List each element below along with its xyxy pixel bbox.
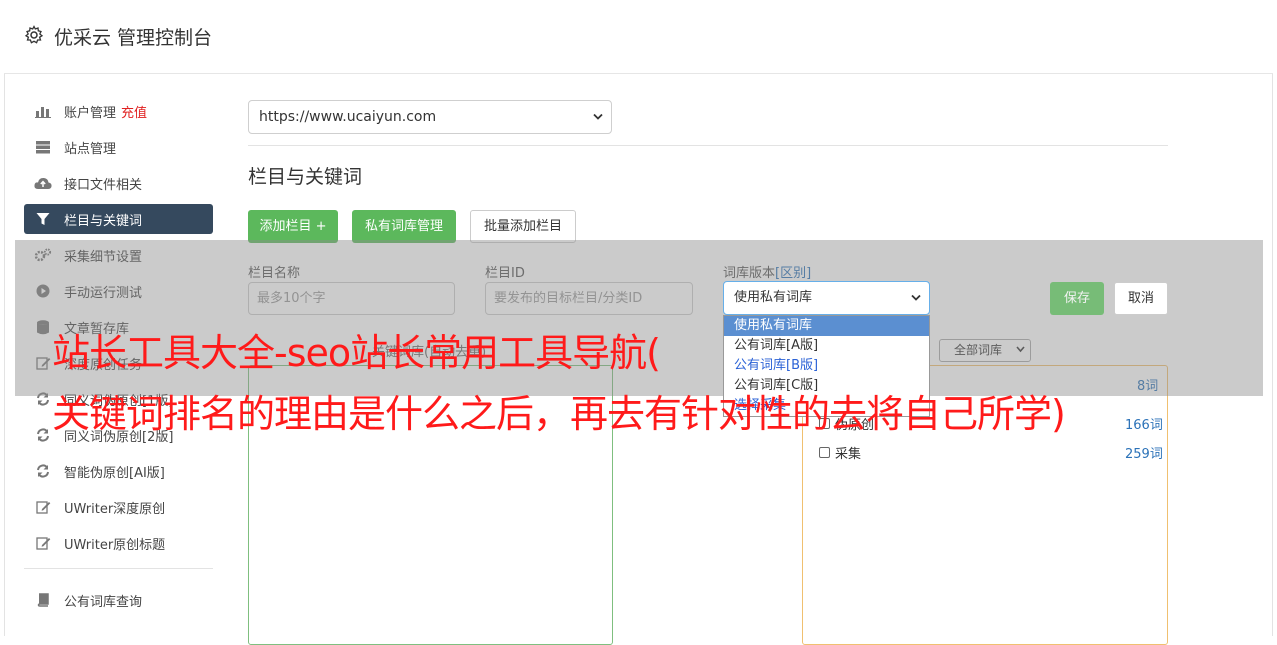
edit-icon (34, 535, 52, 551)
site-select-value: https://www.ucaiyun.com (259, 109, 437, 125)
dict-version-select[interactable]: 使用私有词库 (723, 281, 930, 315)
sidebar-item-public-dict[interactable]: 公有词库查询 (24, 585, 213, 615)
sidebar-item-label: 栏目与关键词 (64, 213, 143, 229)
sidebar-item-label: 智能伪原创[AI版] (64, 465, 165, 481)
sidebar-divider (24, 568, 213, 569)
sidebar-item-label: 站点管理 (64, 141, 117, 157)
list-item[interactable]: 采集 259词 (819, 443, 1163, 462)
edit-icon (34, 499, 52, 515)
sidebar-item-interface[interactable]: 接口文件相关 (24, 168, 213, 198)
chevron-down-icon (911, 294, 921, 301)
sidebar-item-label: UWriter原创标题 (64, 537, 166, 553)
checkbox[interactable] (819, 447, 830, 458)
sidebar-item-uwriter-deep[interactable]: UWriter深度原创 (24, 492, 213, 522)
refresh-icon (34, 427, 52, 443)
divider (248, 145, 1168, 146)
overlay-text-line1: 站长工具大全-seo站长常用工具导航( (52, 331, 661, 375)
dropdown-option[interactable]: 公有词库[A版] (724, 336, 929, 356)
sidebar-item-sites[interactable]: 站点管理 (24, 132, 213, 162)
sidebar-item-account[interactable]: 账户管理 充值 (24, 96, 213, 126)
server-icon (34, 139, 52, 155)
dropdown-option[interactable]: 使用私有词库 (724, 316, 929, 336)
dict-name: 采集 (835, 447, 862, 462)
section-title: 栏目与关键词 (248, 166, 363, 188)
site-select[interactable]: https://www.ucaiyun.com (248, 100, 612, 134)
sidebar-item-uwriter-title[interactable]: UWriter原创标题 (24, 528, 213, 558)
dict-version-value: 使用私有词库 (734, 290, 813, 305)
sidebar-item-columns[interactable]: 栏目与关键词 (24, 204, 213, 234)
sidebar-item-label: 公有词库查询 (64, 594, 143, 610)
batch-add-button[interactable]: 批量添加栏目 (470, 210, 576, 243)
cloud-upload-icon (34, 175, 52, 191)
save-button[interactable]: 保存 (1050, 282, 1104, 315)
chevron-down-icon (593, 113, 603, 120)
dict-count: 259词 (1125, 447, 1163, 462)
gear-icon (24, 25, 44, 44)
cancel-button[interactable]: 取消 (1114, 282, 1168, 315)
sidebar-item-label: 接口文件相关 (64, 177, 143, 193)
recharge-link[interactable]: 充值 (121, 102, 147, 121)
dict-count: 166词 (1125, 418, 1163, 433)
refresh-icon (34, 463, 52, 479)
overlay-text-line2: 关键词排名的理由是什么之后，再去有针对性的去将自己所学) (52, 392, 1066, 436)
private-dict-button[interactable]: 私有词库管理 (352, 210, 456, 243)
filter-icon (34, 211, 52, 227)
bar-chart-icon (34, 103, 52, 119)
header: 优采云 管理控制台 (4, 4, 1273, 74)
sidebar-item-ai-rewrite[interactable]: 智能伪原创[AI版] (24, 456, 213, 486)
sidebar-item-label: 账户管理 (64, 105, 117, 121)
dropdown-option[interactable]: 公有词库[B版] (724, 356, 929, 376)
sidebar-item-label: UWriter深度原创 (64, 501, 166, 517)
add-column-button[interactable]: 添加栏目 + (248, 210, 338, 243)
book-icon (34, 592, 52, 608)
page-title: 优采云 管理控制台 (54, 27, 213, 49)
